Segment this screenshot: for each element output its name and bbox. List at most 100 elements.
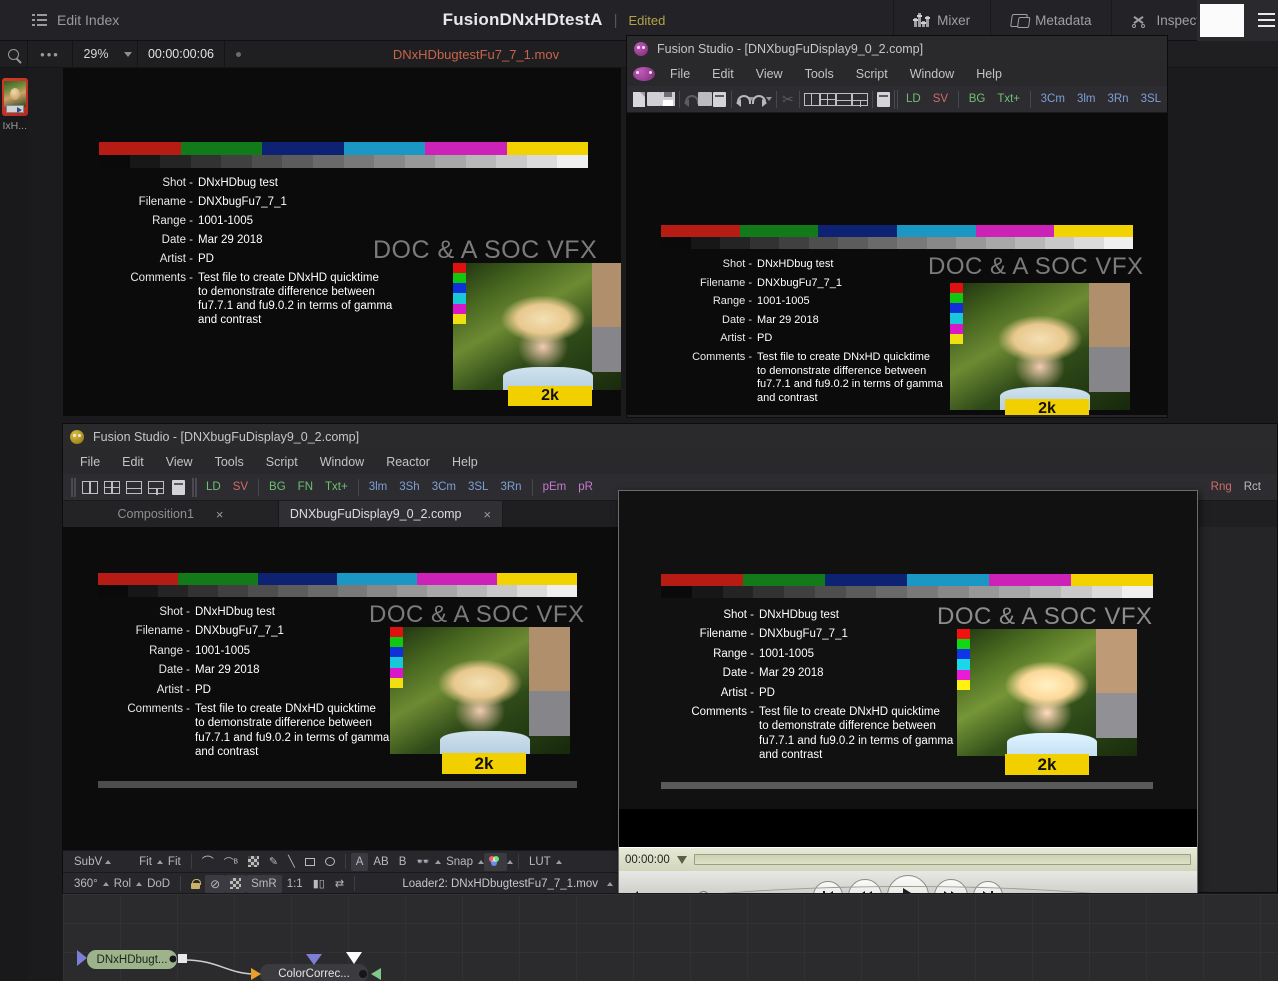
roi-button[interactable]: Rol [109, 875, 136, 893]
buffer-ab-button[interactable]: AB [368, 853, 393, 871]
buffer-a-button[interactable]: A [350, 852, 369, 871]
menu-item-view[interactable]: View [745, 67, 794, 81]
fusion-window-1[interactable]: Fusion Studio - [DNXbugFuDisplay9_0_2.co… [626, 35, 1168, 418]
layout-split-v-button[interactable] [79, 477, 101, 498]
tool-button-3cm[interactable]: 3Cm [426, 481, 462, 493]
menu-item-tools[interactable]: Tools [204, 455, 255, 469]
caret-up-icon[interactable] [555, 859, 562, 864]
tool-button-3cm[interactable]: 3Cm [1035, 93, 1071, 105]
menu-icon[interactable] [1258, 13, 1275, 27]
menu-item-help[interactable]: Help [965, 67, 1013, 81]
layout-split-h-button[interactable] [835, 89, 852, 110]
ellipse-roi-button[interactable] [320, 853, 340, 871]
tool-button-ld[interactable]: LD [900, 93, 927, 105]
tool-button-3rn[interactable]: 3Rn [1101, 93, 1134, 105]
tool-button-bg[interactable]: BG [963, 93, 992, 105]
caret-up-icon[interactable] [607, 881, 613, 886]
rect-roi-button[interactable] [300, 853, 320, 871]
redo-button[interactable] [754, 89, 768, 110]
histogram-button[interactable]: ▮▯ [308, 875, 330, 893]
new-comp-button[interactable] [632, 89, 646, 110]
paste-button[interactable] [712, 89, 727, 110]
node-loader[interactable]: DNxHDbugt... [87, 950, 177, 969]
dod-button[interactable]: DoD [142, 875, 175, 893]
tool-button-fn[interactable]: FN [292, 481, 319, 493]
edit-index-label[interactable]: Edit Index [57, 12, 119, 28]
tool-button-3lm[interactable]: 3lm [1071, 93, 1102, 105]
resolve-viewer[interactable]: DOC & A SOC VFX Shot - DNxHDbug test Filen… [63, 68, 621, 416]
cut-button[interactable]: ✂ [781, 89, 795, 110]
edit-index-icon[interactable] [32, 14, 47, 26]
lut-button[interactable]: LUT [524, 853, 556, 871]
close-icon[interactable]: × [216, 507, 224, 522]
stereo-button[interactable]: 👓 [411, 853, 435, 871]
tool-button-pem[interactable]: pEm [537, 481, 573, 493]
menu-item-view[interactable]: View [155, 455, 204, 469]
lock-button[interactable] [186, 875, 205, 893]
fusion-window-2-titlebar[interactable]: Fusion Studio - [DNXbugFuDisplay9_0_2.co… [63, 424, 1277, 449]
toolbar-grip[interactable] [71, 477, 76, 497]
copy-button[interactable] [698, 89, 713, 110]
fusion-window-1-viewer[interactable]: DOC & A SOC VFX Shot - DNxHDbug test Filen… [627, 113, 1167, 415]
tool-button-sv[interactable]: SV [227, 481, 254, 493]
render-button[interactable] [167, 477, 189, 498]
open-comp-button[interactable] [646, 89, 661, 110]
menu-item-file[interactable]: File [69, 455, 111, 469]
quicktime-window[interactable]: DNxHDbugtestFu7_7_1 _ □ ✕ File Edit View… [584, 490, 1232, 928]
smooth-resize-button[interactable]: SmR [246, 874, 282, 893]
buffer-b-button[interactable]: B [394, 853, 412, 871]
scale-1-1-button[interactable]: 1:1 [282, 875, 308, 893]
fusion-window-2-viewer[interactable]: DOC & A SOC VFX Shot - DNxHDbug test Filen… [63, 527, 619, 850]
menu-item-script[interactable]: Script [255, 455, 309, 469]
layout-quad-button[interactable] [819, 89, 836, 110]
toolbar-grip[interactable] [192, 477, 197, 497]
view360-button[interactable]: 360° [69, 875, 103, 893]
fusion-window-1-titlebar[interactable]: Fusion Studio - [DNXbugFuDisplay9_0_2.co… [627, 36, 1167, 61]
checker-button[interactable] [225, 874, 247, 893]
fit-button-b[interactable]: Fit [163, 853, 186, 871]
tool-button-pr[interactable]: pR [572, 481, 599, 493]
caret-up-icon[interactable] [506, 859, 513, 864]
menu-item-tools[interactable]: Tools [794, 67, 845, 81]
toolbar-grip[interactable] [893, 89, 899, 109]
tool-button-bg[interactable]: BG [263, 481, 292, 493]
search-button[interactable] [0, 41, 27, 68]
menu-item-edit[interactable]: Edit [701, 67, 745, 81]
tool-button-rct[interactable]: Rct [1238, 481, 1267, 493]
tab-dnxbugfudisplay[interactable]: DNXbugFuDisplay9_0_2.comp × [279, 501, 503, 527]
tool-button-3sl[interactable]: 3SL [462, 481, 494, 493]
clip-thumbnail[interactable] [2, 78, 28, 116]
layout-tri-button[interactable] [851, 89, 868, 110]
tool-button-txt[interactable]: Txt+ [991, 93, 1026, 105]
spline-button[interactable]: ⌒ [197, 853, 219, 871]
menu-item-file[interactable]: File [659, 67, 701, 81]
menu-item-edit[interactable]: Edit [111, 455, 155, 469]
timecode-in[interactable]: 00:00:00:06 [138, 41, 224, 68]
menu-item-window[interactable]: Window [309, 455, 375, 469]
close-icon[interactable]: × [484, 507, 492, 522]
tool-button-txt[interactable]: Txt+ [319, 481, 354, 493]
menu-item-window[interactable]: Window [899, 67, 965, 81]
options-button-left[interactable]: ••• [28, 41, 72, 68]
fusion-node-graph[interactable]: DNxHDbugt... ColorCorrec... [63, 893, 1278, 981]
swap-button[interactable]: ⇄ [330, 875, 349, 893]
render-button[interactable] [876, 89, 891, 110]
tool-button-ld[interactable]: LD [200, 481, 227, 493]
tool-button-3rn[interactable]: 3Rn [494, 481, 527, 493]
fit-button-a[interactable]: Fit [134, 853, 157, 871]
link-button[interactable] [684, 89, 700, 110]
tab-composition1[interactable]: Composition1 × [63, 501, 279, 527]
save-comp-button[interactable] [660, 89, 675, 110]
tool-button-sv[interactable]: SV [927, 93, 954, 105]
spline-b-button[interactable]: ⌒ᴮ [219, 853, 243, 871]
layout-quad-button[interactable] [101, 477, 123, 498]
timeline-track[interactable] [693, 854, 1191, 865]
channel-button[interactable] [483, 852, 507, 871]
tool-button-3lm[interactable]: 3lm [363, 481, 394, 493]
eyedropper-button[interactable]: ╲ [283, 853, 300, 871]
quicktime-scrubber[interactable]: 00:00:00 [619, 847, 1197, 871]
snap-button[interactable]: Snap [441, 853, 478, 871]
menu-item-reactor[interactable]: Reactor [375, 455, 441, 469]
menu-item-help[interactable]: Help [441, 455, 489, 469]
playhead-icon[interactable] [676, 855, 687, 864]
